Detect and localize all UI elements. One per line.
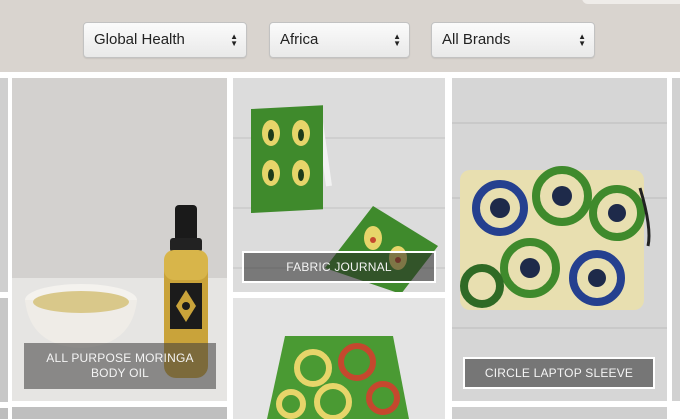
top-search-pill[interactable]: [582, 0, 680, 4]
product-tile-partial-left[interactable]: [0, 408, 8, 419]
product-caption: ALL PURPOSE MORINGA BODY OIL: [24, 343, 216, 389]
product-tile-fabric-skirt[interactable]: [233, 298, 445, 419]
laptop-sleeve-image: [452, 78, 667, 401]
product-tile-partial-right[interactable]: [672, 78, 680, 401]
category-select[interactable]: Global Health ▲ ▼: [83, 22, 247, 58]
product-caption: FABRIC JOURNAL: [242, 251, 436, 283]
product-tile-partial-bottom[interactable]: [12, 407, 227, 419]
select-arrows-icon: ▲ ▼: [393, 32, 401, 48]
product-tile-fabric-journal[interactable]: FABRIC JOURNAL: [233, 78, 445, 292]
product-tile-partial-left[interactable]: [0, 78, 8, 292]
select-arrows-icon: ▲ ▼: [230, 32, 238, 48]
brand-select-value: All Brands: [442, 31, 511, 48]
filter-bar: Global Health ▲ ▼ Africa ▲ ▼ All Brands ▲ ▼: [0, 0, 680, 72]
region-select[interactable]: Africa ▲ ▼: [269, 22, 410, 58]
region-select-value: Africa: [280, 31, 319, 48]
category-select-value: Global Health: [94, 31, 185, 48]
select-arrows-icon: ▲ ▼: [578, 32, 586, 48]
brand-select[interactable]: All Brands ▲ ▼: [431, 22, 595, 58]
product-tile-partial-left[interactable]: [0, 298, 8, 402]
product-tile-partial-bottom[interactable]: [452, 407, 667, 419]
product-tile-laptop-sleeve[interactable]: CIRCLE LAPTOP SLEEVE: [452, 78, 667, 401]
product-caption: CIRCLE LAPTOP SLEEVE: [463, 357, 655, 389]
product-tile-moringa-oil[interactable]: ALL PURPOSE MORINGA BODY OIL: [12, 78, 227, 401]
fabric-skirt-image: [233, 298, 445, 419]
